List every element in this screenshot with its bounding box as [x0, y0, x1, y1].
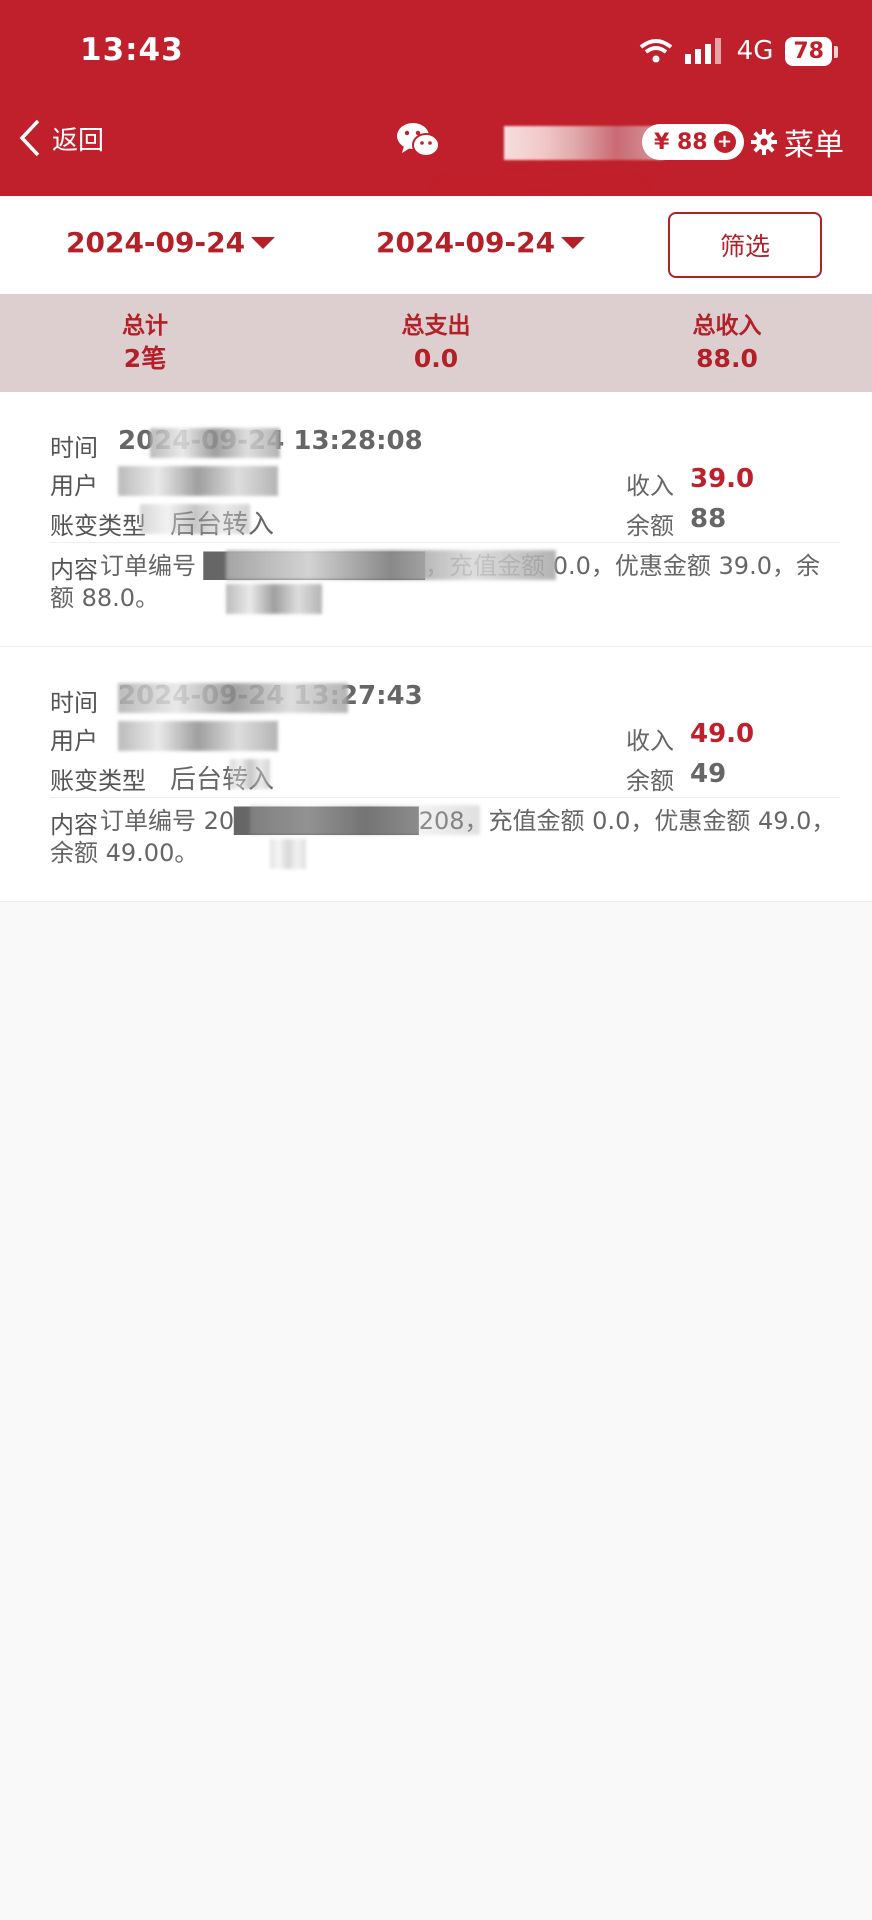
- caret-down-icon: [251, 236, 276, 249]
- summary-value: 2笔: [123, 344, 167, 373]
- redaction-mask: [230, 759, 270, 789]
- time-label: 时间: [50, 689, 98, 717]
- plus-circle-icon: +: [713, 131, 736, 153]
- summary-label: 总计: [122, 313, 168, 339]
- balance-pill[interactable]: ¥ 88 +: [642, 124, 744, 160]
- back-chevron-icon: [18, 118, 42, 158]
- user-label: 用户: [50, 472, 98, 500]
- back-button[interactable]: 返回: [18, 118, 104, 158]
- record-balance: 49: [690, 759, 727, 789]
- type-label: 账变类型: [50, 512, 146, 540]
- filter-button[interactable]: 筛选: [668, 212, 822, 278]
- caret-down-icon: [561, 236, 586, 249]
- redaction-mask: [226, 550, 556, 580]
- gear-icon: [750, 128, 778, 156]
- record-income: 39.0: [690, 464, 755, 494]
- summary-label: 总支出: [401, 313, 471, 339]
- summary-bar: 总计 2笔 总支出 0.0 总收入 88.0: [0, 294, 872, 392]
- wechat-icon: [396, 120, 440, 164]
- redaction-mask: [270, 839, 306, 869]
- start-date-value: 2024-09-24: [66, 226, 246, 259]
- redaction-mask: [118, 683, 348, 713]
- end-date-select[interactable]: 2024-09-24: [376, 226, 586, 259]
- blurred-username: [504, 126, 664, 160]
- summary-total: 总计 2笔: [35, 310, 255, 376]
- time-label: 时间: [50, 434, 98, 462]
- record-item[interactable]: 时间 2024-09-24 13:27:43 用户 收入 49.0 账变类型 后…: [0, 647, 872, 902]
- filter-bar: 2024-09-24 2024-09-24 筛选: [0, 196, 872, 294]
- navbar: 返回 ¥ 88 + 菜单: [0, 108, 872, 184]
- summary-expense: 总支出 0.0: [326, 310, 546, 376]
- summary-value: 0.0: [413, 344, 459, 373]
- record-balance: 88: [690, 504, 727, 534]
- menu-label: 菜单: [784, 128, 844, 163]
- balance-label: 余额: [626, 767, 674, 795]
- end-date-value: 2024-09-24: [376, 226, 556, 259]
- summary-income: 总收入 88.0: [617, 310, 837, 376]
- battery-indicator: 78: [785, 36, 838, 66]
- balance-label: 余额: [626, 512, 674, 540]
- redaction-mask: [140, 504, 250, 534]
- divider: [50, 797, 840, 798]
- start-date-select[interactable]: 2024-09-24: [66, 226, 276, 259]
- signal-icon: [684, 38, 725, 64]
- record-item[interactable]: 时间 2024-09-24 13:28:08 用户 收入 39.0 账变类型 后…: [0, 392, 872, 647]
- income-label: 收入: [626, 727, 674, 755]
- redaction-mask: [226, 584, 322, 614]
- menu-button[interactable]: 菜单: [750, 120, 844, 164]
- type-label: 账变类型: [50, 767, 146, 795]
- back-label: 返回: [52, 125, 105, 156]
- summary-label: 总收入: [692, 313, 762, 339]
- status-bar: 13:43 4G 78: [0, 0, 872, 100]
- summary-value: 88.0: [696, 344, 758, 373]
- income-label: 收入: [626, 472, 674, 500]
- status-icons: 4G 78: [639, 36, 838, 66]
- user-label: 用户: [50, 727, 98, 755]
- record-income: 49.0: [690, 719, 755, 749]
- divider: [50, 542, 840, 543]
- redaction-mask: [118, 466, 278, 496]
- balance-amount: ¥ 88: [654, 129, 708, 155]
- redaction-mask: [118, 721, 278, 751]
- status-time: 13:43: [80, 32, 184, 68]
- network-label: 4G: [736, 36, 774, 66]
- redaction-mask: [250, 805, 480, 835]
- app-header: 13:43 4G 78 返回 ¥ 88 + 菜单: [0, 0, 872, 196]
- wifi-icon: [639, 38, 673, 64]
- redaction-mask: [150, 428, 280, 458]
